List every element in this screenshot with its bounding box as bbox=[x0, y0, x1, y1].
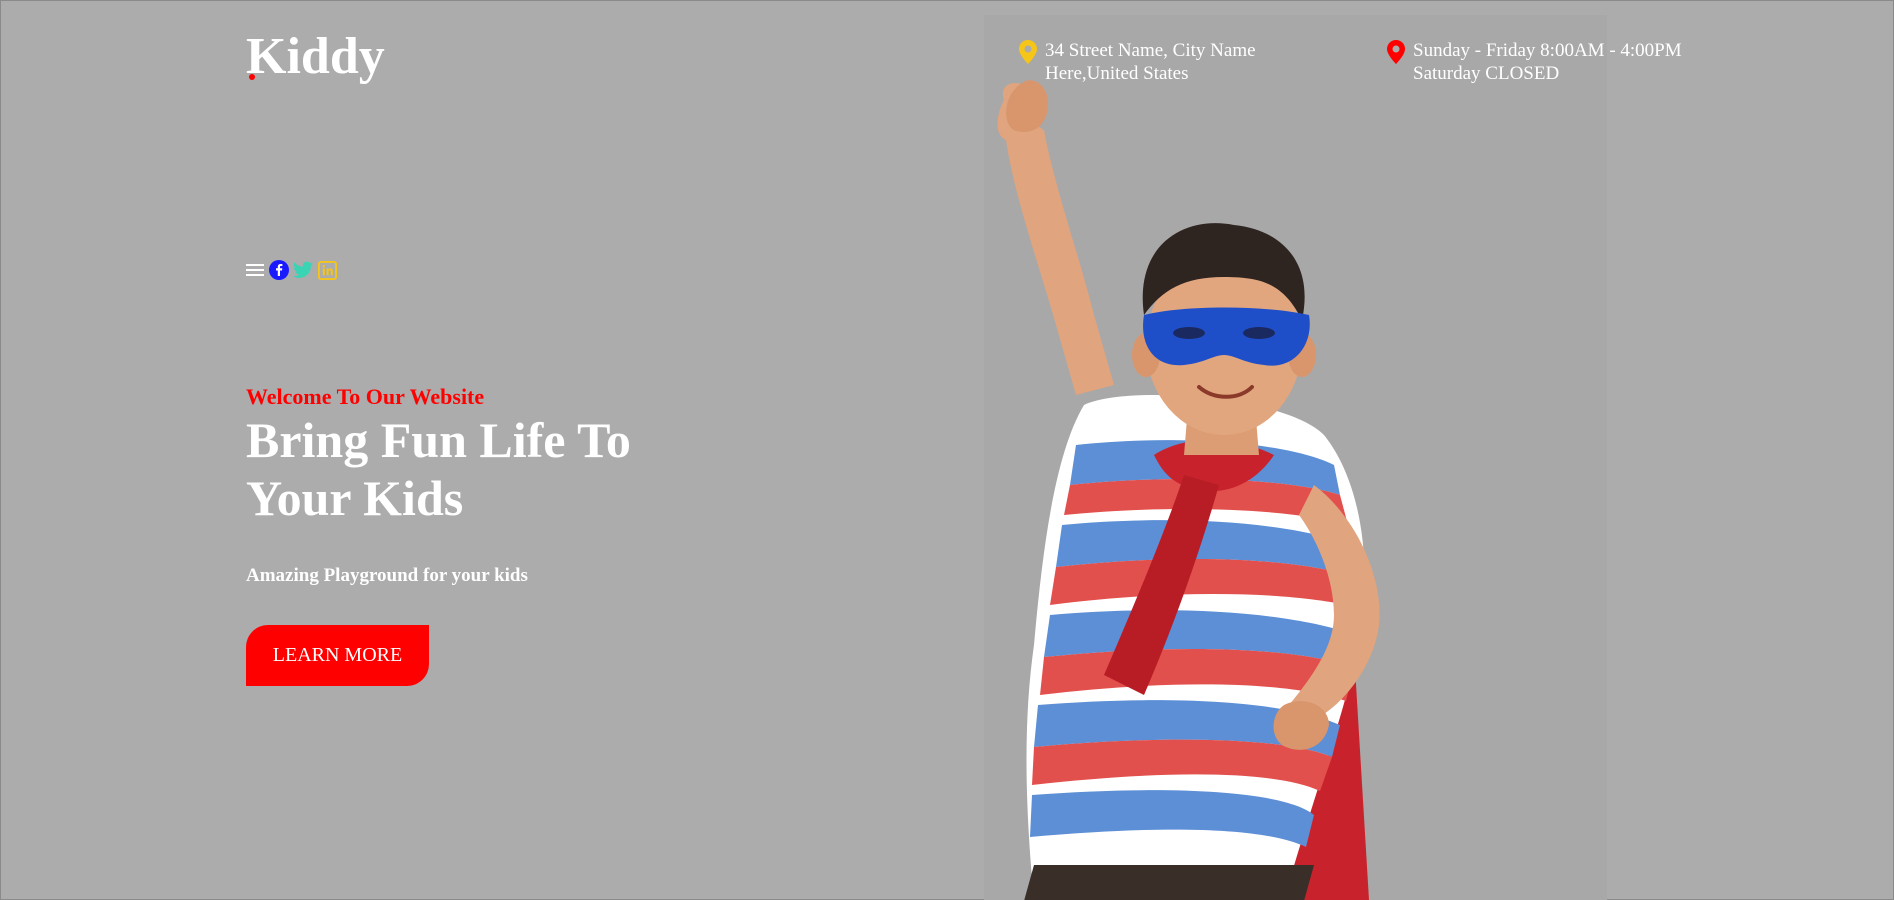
learn-more-button[interactable]: LEARN MORE bbox=[246, 625, 429, 686]
twitter-icon[interactable] bbox=[293, 260, 313, 280]
welcome-eyebrow: Welcome To Our Website bbox=[246, 384, 485, 409]
hero-image bbox=[984, 15, 1607, 900]
logo-dot bbox=[249, 74, 255, 80]
address-info: 34 Street Name, City Name Here,United St… bbox=[1019, 39, 1256, 85]
hero-headline: Bring Fun Life To Your Kids bbox=[246, 412, 631, 526]
linkedin-icon[interactable] bbox=[317, 260, 337, 280]
hours-info: Sunday - Friday 8:00AM - 4:00PM Saturday… bbox=[1387, 39, 1682, 85]
location-pin-icon bbox=[1019, 40, 1037, 64]
hero-subtext: Amazing Playground for your kids bbox=[246, 565, 528, 586]
hours-pin-icon bbox=[1387, 40, 1405, 64]
address-line-1: 34 Street Name, City Name bbox=[1045, 40, 1256, 61]
brand-logo[interactable]: Kiddy bbox=[246, 27, 385, 87]
hours-line-1: Sunday - Friday 8:00AM - 4:00PM bbox=[1413, 40, 1682, 61]
address-line-2: Here,United States bbox=[1045, 63, 1189, 84]
hours-line-2: Saturday CLOSED bbox=[1413, 63, 1560, 84]
menu-icon[interactable] bbox=[245, 260, 265, 280]
social-links bbox=[245, 260, 337, 280]
facebook-icon[interactable] bbox=[269, 260, 289, 280]
boy-superhero-illustration bbox=[997, 80, 1380, 900]
